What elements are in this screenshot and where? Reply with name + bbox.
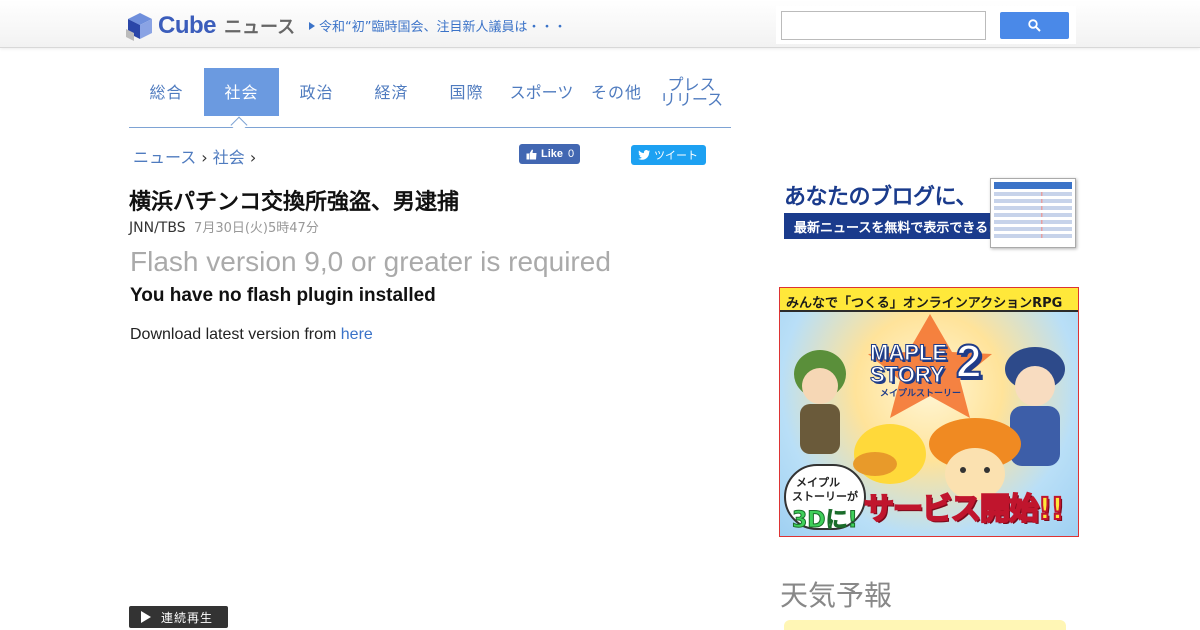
tab-economy[interactable]: 経済 [354,68,429,116]
article-source: JNN/TBS [129,220,186,236]
tweet-button[interactable]: ツイート [631,145,706,165]
search-box [776,6,1076,44]
game-ad-top-banner: みんなで「つくる」オンラインアクションRPG [780,288,1078,312]
twitter-bird-icon [638,150,650,160]
news-ticker[interactable]: 令和“初”臨時国会、注目新人議員は・・・ [309,16,566,35]
game-logo-subtitle: メイプルストーリー [880,389,962,399]
facebook-like-button[interactable]: Like 0 [519,144,580,164]
flash-download-text: Download latest version from [130,326,341,343]
game-ad-speech-bubble: メイプル ストーリーが 3Dに! [784,464,866,534]
breadcrumb-separator: › [201,148,208,167]
game-ad-tagline: みんなで「つくる」オンラインアクションRPG [786,296,1063,311]
flash-download-link[interactable]: here [341,326,373,343]
tab-international[interactable]: 国際 [429,68,504,116]
tab-politics[interactable]: 政治 [279,68,354,116]
game-ad-cta: サービス開始!! [863,491,1065,528]
blog-widget-preview [990,178,1076,248]
blog-ad-headline: あなたのブログに、 [784,185,977,210]
continuous-play-button[interactable]: 連続再生 [129,606,228,628]
maplestory2-logo: MAPLE STORY 2 メイプルストーリー [870,334,992,399]
tab-other[interactable]: その他 [579,68,654,116]
site-header: Cube ニュース 令和“初”臨時国会、注目新人議員は・・・ [0,0,1200,48]
logo-subtitle: ニュース [224,17,296,38]
tab-society[interactable]: 社会 [204,68,279,116]
like-count: 0 [568,148,575,160]
active-tab-pointer [230,116,248,134]
ticker-arrow-icon [309,21,315,30]
article-headline: 横浜パチンコ交換所強盗、男逮捕 [129,190,460,215]
like-label: Like [541,148,564,160]
article-date: 7月30日(火)5時47分 [194,221,319,236]
game-bubble-line3: 3Dに! [792,508,859,534]
blog-widget-ad[interactable]: あなたのブログに、 最新ニュースを無料で表示できる! [780,175,1078,251]
tweet-label: ツイート [654,149,698,162]
game-logo-line2: STORY [870,362,946,388]
flash-not-installed-message: You have no flash plugin installed [130,285,436,306]
logo-text: Cube [158,12,217,39]
tab-press-release-line2: リリース [659,90,724,109]
breadcrumb-news-link[interactable]: ニュース [133,148,196,167]
flash-download-line: Download latest version from here [130,326,373,344]
breadcrumb: ニュース › 社会 › [133,144,256,168]
tab-press-release[interactable]: プレス リリース [654,68,729,116]
game-logo-number: 2 [955,334,983,388]
weather-heading: 天気予報 [780,579,893,612]
flash-required-message: Flash version 9,0 or greater is required [130,246,611,277]
thumbs-up-icon [526,149,537,159]
blog-ad-subline: 最新ニュースを無料で表示できる! [794,221,995,236]
cube-logo-icon [126,11,154,41]
category-tabs: 総合 社会 政治 経済 国際 スポーツ その他 プレス リリース [129,68,731,134]
site-logo[interactable]: Cube ニュース [126,9,295,43]
game-advertisement[interactable]: みんなで「つくる」オンラインアクションRPG MAPLE STORY 2 メイプ… [779,287,1079,537]
tab-sports[interactable]: スポーツ [504,68,579,116]
weather-widget [784,620,1066,630]
tab-general[interactable]: 総合 [129,68,204,116]
continuous-play-label: 連続再生 [161,610,214,625]
breadcrumb-society-link[interactable]: 社会 [213,148,245,167]
ticker-text[interactable]: 令和“初”臨時国会、注目新人議員は・・・ [319,16,566,35]
search-input[interactable] [781,11,986,40]
search-icon [1028,19,1041,32]
search-button[interactable] [1000,12,1069,39]
breadcrumb-separator: › [249,148,257,167]
play-icon [141,611,151,623]
article-byline: JNN/TBS 7月30日(火)5時47分 [129,217,319,236]
